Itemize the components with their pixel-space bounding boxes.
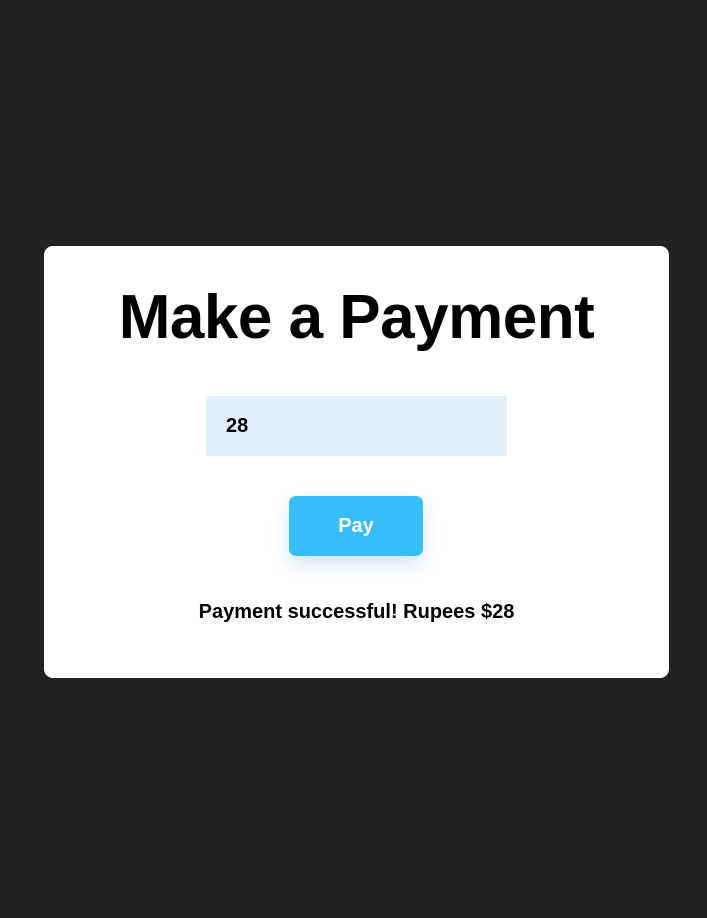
payment-card: Make a Payment Pay Payment successful! R… — [44, 246, 669, 678]
payment-status-message: Payment successful! Rupees $28 — [198, 601, 515, 623]
app-background: Make a Payment Pay Payment successful! R… — [0, 0, 707, 918]
amount-input[interactable] — [206, 396, 507, 456]
page-title: Make a Payment — [118, 283, 595, 352]
pay-button[interactable]: Pay — [289, 496, 423, 556]
